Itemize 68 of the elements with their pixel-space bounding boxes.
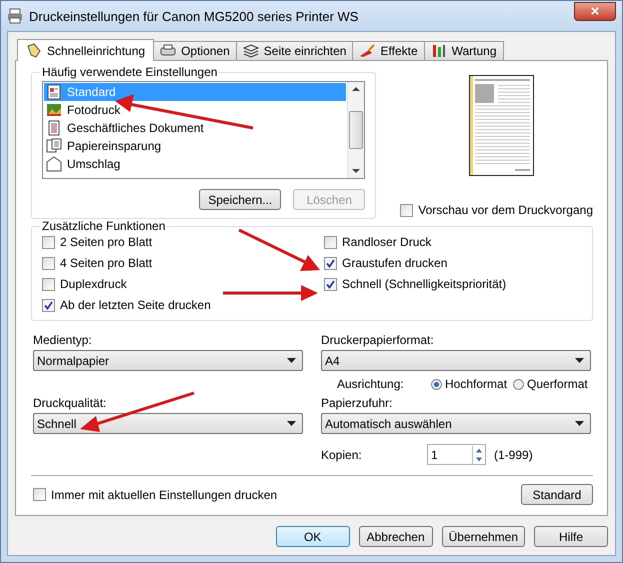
field-label: Papierzufuhr:	[321, 396, 394, 410]
group-title: Zusätzliche Funktionen	[41, 219, 166, 233]
defaults-button[interactable]: Standard	[521, 484, 593, 505]
field-label: Druckerpapierformat:	[321, 333, 435, 347]
caret-icon	[575, 358, 584, 363]
document-icon	[46, 84, 62, 100]
checkmark-icon	[326, 258, 335, 268]
checkbox-label: Duplexdruck	[60, 277, 127, 291]
scroll-thumb[interactable]	[349, 111, 364, 149]
checkbox-label: Ab der letzten Seite drucken	[60, 298, 211, 312]
dialog-button[interactable]: Abbrechen	[358, 526, 433, 547]
field-label: Medientyp:	[33, 333, 93, 347]
down-arrow-icon	[352, 168, 360, 174]
dropdown[interactable]: Normalpapier	[33, 350, 303, 371]
checkbox-label: Randloser Druck	[342, 235, 432, 249]
field-label: Kopien:	[321, 448, 363, 462]
checkmark-icon	[326, 280, 335, 288]
down-arrow-icon	[473, 454, 485, 464]
tools-icon	[430, 44, 447, 58]
range-hint: (1-999)	[494, 448, 533, 462]
radio-label: Querformat	[527, 377, 588, 391]
dropdown[interactable]: Automatisch auswählen	[321, 413, 591, 434]
envelope-icon	[46, 156, 62, 172]
push-button[interactable]: Speichern...	[199, 189, 282, 210]
tab[interactable]: Optionen	[153, 41, 237, 60]
list-item[interactable]: Fotodruck	[44, 101, 346, 119]
caret-icon	[287, 421, 296, 426]
dialog-button[interactable]: OK	[276, 526, 350, 547]
printer-icon	[160, 44, 176, 58]
checkbox[interactable]: Graustufen drucken	[324, 256, 506, 270]
pages-icon	[46, 138, 62, 154]
layers-icon	[242, 44, 259, 58]
checkbox[interactable]: Ab der letzten Seite drucken	[42, 298, 324, 312]
printer-icon	[7, 8, 23, 24]
scrollbar[interactable]	[347, 82, 364, 178]
checkbox-label: 2 Seiten pro Blatt	[60, 235, 152, 249]
checkbox[interactable]: 4 Seiten pro Blatt	[42, 256, 324, 270]
radio-button[interactable]: Hochformat	[431, 377, 508, 391]
caret-icon	[575, 421, 584, 426]
dialog-button[interactable]: Übernehmen	[442, 526, 525, 547]
checkbox[interactable]: Duplexdruck	[42, 277, 324, 291]
dropdown[interactable]: Schnell	[33, 413, 303, 434]
dropdown[interactable]: A4	[321, 350, 591, 371]
checkbox[interactable]: 2 Seiten pro Blatt	[42, 235, 324, 249]
list-item[interactable]: Papiereinsparung	[44, 137, 346, 155]
spin-box[interactable]: 1	[427, 444, 486, 465]
field-label: Druckqualität:	[33, 396, 108, 410]
checkbox-label: 4 Seiten pro Blatt	[60, 256, 152, 270]
tab[interactable]: Seite einrichten	[236, 41, 354, 60]
caret-icon	[287, 358, 296, 363]
dialog-button[interactable]: Hilfe	[534, 526, 608, 547]
brush-icon	[359, 44, 376, 58]
checkmark-icon	[44, 300, 53, 310]
list-item[interactable]: Umschlag	[44, 155, 346, 173]
tab[interactable]: Wartung	[424, 41, 504, 60]
window-title: Druckeinstellungen für Canon MG5200 series Printer WS	[29, 8, 360, 24]
group-title: Häufig verwendete Einstellungen	[41, 65, 218, 79]
photo-icon	[46, 102, 62, 118]
tab[interactable]: Effekte	[352, 41, 425, 60]
checkbox[interactable]: Randloser Druck	[324, 235, 506, 249]
list-item[interactable]: Geschäftliches Dokument	[44, 119, 346, 137]
tab[interactable]: Schnelleinrichtung	[17, 39, 154, 61]
up-arrow-icon	[352, 86, 360, 92]
radio-label: Hochformat	[445, 377, 508, 391]
radio-button[interactable]: Querformat	[513, 377, 588, 391]
document-icon	[46, 120, 62, 136]
checkbox-label: Graustufen drucken	[342, 256, 448, 270]
field-label: Ausrichtung:	[337, 377, 405, 391]
